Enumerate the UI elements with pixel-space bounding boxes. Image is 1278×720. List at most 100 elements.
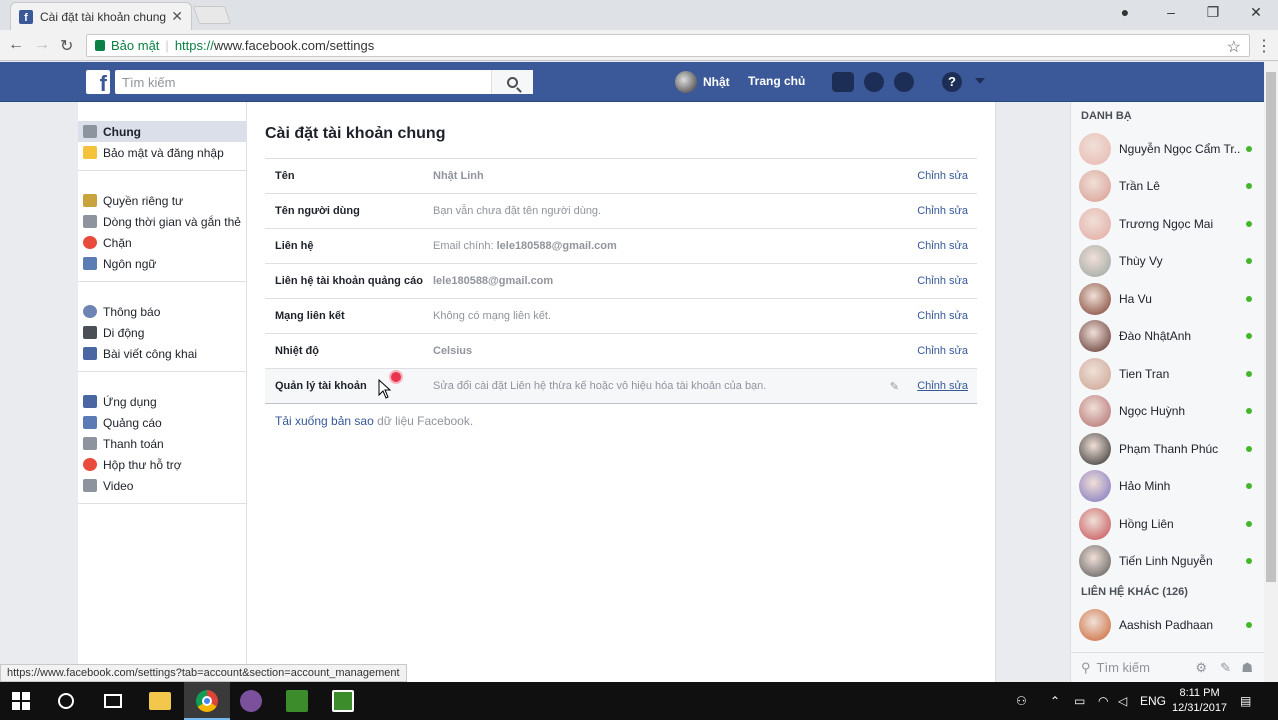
create-group-icon[interactable]: ☗ — [1241, 660, 1253, 676]
tab-close-icon[interactable]: ✕ — [171, 8, 183, 25]
system-clock[interactable]: 8:11 PM 12/31/2017 — [1172, 686, 1227, 716]
chat-contact[interactable]: Thùy Vy — [1071, 243, 1264, 281]
setting-value-text: lele180588@gmail.com — [433, 275, 554, 287]
notifications-globe-icon[interactable] — [894, 72, 914, 92]
chat-contact[interactable]: Aashish Padhaan — [1071, 606, 1264, 644]
chat-contact[interactable]: Ha Vu — [1071, 280, 1264, 318]
browser-menu-icon[interactable]: ⋮ — [1256, 36, 1272, 56]
volume-icon[interactable]: ◁ — [1118, 694, 1127, 708]
settings-nav-item[interactable]: Bảo mật và đăng nhập — [78, 142, 246, 163]
task-view-icon[interactable] — [104, 694, 122, 708]
avatar — [1079, 320, 1111, 353]
bookmark-star-icon[interactable]: ☆ — [1227, 37, 1241, 57]
edit-link[interactable]: Chỉnh sửa — [907, 345, 977, 357]
url-field[interactable]: Bảo mật | https:// www.facebook.com/sett… — [86, 34, 1250, 57]
back-icon[interactable]: ← — [8, 36, 24, 54]
messenger-icon[interactable] — [864, 72, 884, 92]
chat-contact[interactable]: Ngọc Huỳnh — [1071, 393, 1264, 431]
settings-nav-item[interactable]: Chung — [78, 121, 246, 142]
fb-search-button[interactable] — [491, 70, 533, 94]
edit-link[interactable]: Chỉnh sửa — [907, 205, 977, 217]
chat-contact[interactable]: Tiến Linh Nguyễn — [1071, 543, 1264, 581]
camtasia-icon[interactable] — [286, 690, 308, 712]
edit-link[interactable]: Chỉnh sửa — [907, 310, 977, 322]
viber-icon[interactable] — [240, 690, 262, 712]
settings-row[interactable]: Liên hệ Email chính: lele180588@gmail.com… — [265, 229, 977, 264]
settings-nav-item[interactable]: Video — [78, 475, 246, 496]
settings-nav-item[interactable]: Quảng cáo — [78, 412, 246, 433]
chrome-taskbar-item[interactable] — [184, 682, 230, 720]
settings-nav-item[interactable]: Ngôn ngữ — [78, 253, 246, 274]
camtasia-recorder-icon[interactable] — [332, 690, 354, 712]
facebook-logo-icon[interactable]: f — [86, 70, 110, 94]
settings-row[interactable]: Nhiệt độ Celsius Chỉnh sửa — [265, 334, 977, 369]
window-close-icon[interactable]: ✕ — [1241, 4, 1271, 21]
settings-nav-item[interactable]: Dòng thời gian và gắn thẻ — [78, 211, 246, 232]
setting-value: Không có mạng liên kết. — [433, 310, 907, 322]
settings-nav-item[interactable]: Thanh toán — [78, 433, 246, 454]
settings-nav-item[interactable]: Ứng dụng — [78, 391, 246, 412]
restore-icon[interactable]: ❐ — [1198, 4, 1228, 21]
edit-link[interactable]: Chỉnh sửa — [907, 240, 977, 252]
reload-icon[interactable]: ↻ — [60, 36, 73, 56]
settings-row[interactable]: Mạng liên kết Không có mạng liên kết. Chỉn… — [265, 299, 977, 334]
settings-nav-group: Quyền riêng tư Dòng thời gian và gắn thẻ C… — [78, 171, 246, 282]
contact-name: Phạm Thanh Phúc — [1119, 441, 1219, 456]
windows-start-icon[interactable] — [12, 692, 36, 716]
settings-row[interactable]: Quản lý tài khoản Sửa đổi cài đặt Liên hệ… — [265, 369, 977, 404]
friend-requests-icon[interactable] — [832, 72, 854, 92]
action-center-icon[interactable]: ▤ — [1240, 694, 1251, 708]
new-tab-button[interactable] — [192, 6, 232, 24]
settings-nav-item[interactable]: Hộp thư hỗ trợ — [78, 454, 246, 475]
battery-icon[interactable]: ▭ — [1074, 694, 1085, 708]
timeline-icon — [83, 215, 97, 228]
setting-label: Liên hệ — [275, 240, 314, 252]
download-copy-link[interactable]: Tải xuống bản sao — [275, 414, 374, 428]
forward-icon[interactable]: → — [34, 36, 50, 54]
chat-contact[interactable]: Trần Lê — [1071, 168, 1264, 206]
account-menu-caret-icon[interactable] — [975, 78, 985, 84]
chat-contact[interactable]: Trương Ngọc Mai — [1071, 205, 1264, 243]
language-indicator[interactable]: ENG — [1140, 694, 1166, 708]
tray-overflow-icon[interactable]: ⌃ — [1050, 694, 1060, 708]
avatar — [1079, 545, 1111, 578]
help-icon[interactable]: ? — [942, 72, 962, 92]
chat-contact[interactable]: Đào NhậtAnh — [1071, 318, 1264, 356]
new-message-icon[interactable]: ✎ — [1220, 660, 1231, 676]
chat-settings-icon[interactable]: ⚙ — [1195, 660, 1207, 676]
file-explorer-icon[interactable] — [149, 692, 171, 710]
edit-link[interactable]: Chỉnh sửa — [907, 275, 977, 287]
settings-nav-item[interactable]: Bài viết công khai — [78, 343, 246, 364]
settings-row[interactable]: Tên Nhật Linh Chỉnh sửa — [265, 159, 977, 194]
settings-nav-item[interactable]: Chặn — [78, 232, 246, 253]
settings-row[interactable]: Tên người dùng Bạn vẫn chưa đặt tên người… — [265, 194, 977, 229]
settings-nav-item[interactable]: Thông báo — [78, 301, 246, 322]
chat-contact[interactable]: Nguyễn Ngọc Cẩm Tr... — [1071, 130, 1264, 168]
chat-contact[interactable]: Hồng Liên — [1071, 505, 1264, 543]
online-status-icon — [1246, 370, 1252, 377]
chat-sidebar: DANH BẠ Nguyễn Ngọc Cẩm Tr... Trần Lê Trươ… — [1070, 102, 1265, 682]
settings-nav-item[interactable]: Di động — [78, 322, 246, 343]
settings-row[interactable]: Liên hệ tài khoản quảng cáo lele180588@gm… — [265, 264, 977, 299]
chat-search[interactable]: ⚲ Tìm kiếm ⚙ ✎ ☗ — [1071, 652, 1265, 682]
profile-icon[interactable]: ● — [1110, 4, 1140, 20]
browser-tab[interactable]: f Cài đặt tài khoản chung ✕ — [10, 2, 192, 30]
page-scrollbar[interactable] — [1264, 62, 1278, 682]
edit-link[interactable]: Chỉnh sửa — [907, 170, 977, 182]
fb-search-input[interactable] — [115, 71, 491, 93]
cortana-icon[interactable] — [58, 693, 74, 709]
avatar — [1079, 245, 1111, 278]
scrollbar-thumb[interactable] — [1266, 72, 1276, 582]
minimize-icon[interactable]: – — [1156, 4, 1186, 20]
url-text: www.facebook.com/settings — [213, 38, 375, 53]
settings-nav-item[interactable]: Quyền riêng tư — [78, 190, 246, 211]
people-icon[interactable]: ⚇ — [1016, 694, 1027, 708]
chat-contact[interactable]: Hảo Minh — [1071, 468, 1264, 506]
wifi-icon[interactable]: ◠ — [1098, 694, 1108, 708]
contact-name: Trần Lê — [1119, 179, 1160, 194]
chat-contact[interactable]: Phạm Thanh Phúc — [1071, 430, 1264, 468]
profile-link[interactable]: Nhật — [675, 71, 730, 93]
home-link[interactable]: Trang chủ — [748, 74, 805, 88]
chat-contact[interactable]: Tien Tran — [1071, 355, 1264, 393]
edit-link[interactable]: Chỉnh sửa — [907, 380, 977, 392]
